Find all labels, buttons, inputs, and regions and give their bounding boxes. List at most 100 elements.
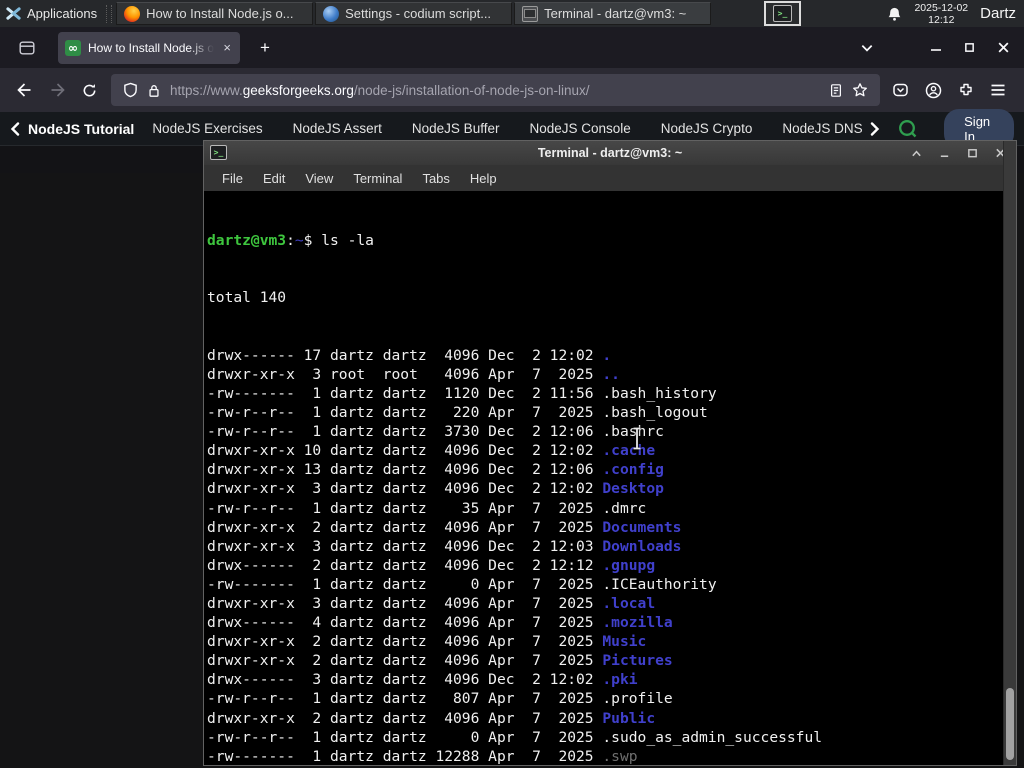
tab-close-icon[interactable]: × — [221, 40, 233, 55]
listing-details: drwx------ 17 dartz dartz 4096 Dec 2 12:… — [207, 346, 603, 364]
firefox-icon — [124, 5, 141, 22]
terminal-output-line: drwxr-xr-x 3 dartz dartz 4096 Dec 2 12:0… — [207, 537, 1016, 556]
applications-icon — [6, 6, 21, 21]
reload-icon[interactable] — [74, 77, 105, 104]
terminal-menu-item[interactable]: Tabs — [412, 168, 459, 189]
terminal-output-line: drwxr-xr-x 2 dartz dartz 4096 Apr 7 2025… — [207, 651, 1016, 670]
nav-back-tutorial[interactable]: NodeJS Tutorial — [10, 121, 134, 137]
listing-details: -rw------- 1 dartz dartz 0 Apr 7 2025 — [207, 575, 603, 593]
terminal-output-line: -rw-r--r-- 1 dartz dartz 35 Apr 7 2025 .… — [207, 499, 1016, 518]
url-bar[interactable]: https://www.geeksforgeeks.org/node-js/in… — [111, 74, 880, 106]
terminal-menu-item[interactable]: View — [295, 168, 343, 189]
listing-filename: . — [602, 346, 612, 364]
lock-icon[interactable] — [147, 83, 161, 98]
notification-bell-icon[interactable] — [887, 6, 902, 22]
taskbar-window-button[interactable]: Terminal - dartz@vm3: ~ — [514, 2, 712, 25]
nav-item[interactable]: NodeJS Exercises — [152, 121, 262, 136]
terminal-output-line: -rw-r--r-- 1 dartz dartz 220 Apr 7 2025 … — [207, 403, 1016, 422]
reader-mode-icon[interactable] — [829, 83, 843, 98]
listing-filename: .dmrc — [602, 499, 647, 517]
terminal-title-bar[interactable]: >_ Terminal - dartz@vm3: ~ — [204, 141, 1016, 165]
close-icon[interactable] — [997, 41, 1010, 54]
user-actions-button[interactable]: Dartz — [980, 5, 1016, 22]
listing-filename: .gnupg — [602, 556, 656, 574]
listing-details: drwxr-xr-x 10 dartz dartz 4096 Dec 2 12:… — [207, 442, 603, 460]
listing-filename: Public — [602, 709, 656, 727]
listing-filename: .. — [602, 365, 620, 383]
listing-details: drwxr-xr-x 2 dartz dartz 4096 Apr 7 2025 — [207, 633, 603, 651]
listing-details: -rw-r--r-- 1 dartz dartz 807 Apr 7 2025 — [207, 690, 603, 708]
terminal-output-line: drwx------ 17 dartz dartz 4096 Dec 2 12:… — [207, 346, 1016, 365]
terminal-total-line: total 140 — [207, 289, 287, 307]
new-tab-button[interactable]: + — [252, 36, 278, 60]
terminal-output-line: drwxr-xr-x 2 dartz dartz 4096 Apr 7 2025… — [207, 709, 1016, 728]
nav-items: NodeJS Exercises NodeJS Assert NodeJS Buff… — [152, 121, 868, 136]
listing-details: drwxr-xr-x 3 dartz dartz 4096 Dec 2 12:0… — [207, 480, 603, 498]
search-icon[interactable] — [898, 119, 918, 139]
listing-filename: .bash_history — [602, 384, 717, 402]
maximize-icon[interactable] — [964, 42, 975, 53]
terminal-menu-item[interactable]: File — [212, 168, 253, 189]
nav-item[interactable]: NodeJS Crypto — [661, 121, 753, 136]
url-text: https://www.geeksforgeeks.org/node-js/in… — [170, 82, 590, 98]
listing-filename: Pictures — [602, 652, 673, 670]
minimize-icon[interactable] — [930, 42, 942, 54]
terminal-output-line: -rw-r--r-- 1 dartz dartz 0 Apr 7 2025 .s… — [207, 728, 1016, 747]
terminal-menu-item[interactable]: Edit — [253, 168, 295, 189]
desktop: Applications How to Install Node.js o...… — [0, 0, 1024, 768]
panel-clock[interactable]: 2025-12-02 12:12 — [914, 2, 968, 26]
pocket-icon[interactable] — [892, 82, 909, 98]
clock-time: 12:12 — [928, 13, 955, 26]
list-all-tabs-icon[interactable] — [856, 37, 878, 59]
listing-details: drwxr-xr-x 2 dartz dartz 4096 Apr 7 2025 — [207, 652, 603, 670]
terminal-output-line: -rw------- 1 dartz dartz 0 Apr 7 2025 .I… — [207, 575, 1016, 594]
window-icon — [522, 5, 539, 22]
bookmark-star-icon[interactable] — [852, 82, 868, 98]
panel-handle[interactable] — [106, 4, 113, 23]
firefox-tab-bar: ∞ How to Install Node.js on × + — [0, 27, 1024, 68]
taskbar-window-button[interactable]: How to Install Node.js o... — [116, 2, 314, 25]
applications-menu-button[interactable]: Applications — [0, 0, 103, 27]
terminal-menu-item[interactable]: Help — [460, 168, 507, 189]
listing-filename: Desktop — [602, 480, 664, 498]
tray-active-window-icon[interactable]: >_ — [764, 1, 801, 26]
listing-filename: .profile — [602, 690, 673, 708]
listing-details: -rw------- 1 dartz dartz 12288 Apr 7 202… — [207, 747, 603, 765]
listing-filename: .bash_logout — [602, 404, 708, 422]
tracking-shield-icon[interactable] — [123, 82, 138, 98]
terminal-content[interactable]: dartz@vm3:~$ ls -la total 140 drwx------… — [204, 191, 1016, 765]
listing-filename: .swp — [602, 747, 638, 765]
nav-item[interactable]: NodeJS Console — [529, 121, 630, 136]
panel-right-cluster: 2025-12-02 12:12 Dartz — [887, 2, 1024, 26]
extensions-icon[interactable] — [958, 82, 974, 98]
listing-filename: .config — [602, 461, 664, 479]
terminal-output-line: drwx------ 2 dartz dartz 4096 Dec 2 12:1… — [207, 556, 1016, 575]
menu-hamburger-icon[interactable] — [990, 83, 1006, 97]
listing-details: -rw-r--r-- 1 dartz dartz 35 Apr 7 2025 — [207, 499, 603, 517]
nav-scroll-right-icon[interactable] — [870, 121, 880, 136]
minimize-icon[interactable] — [939, 149, 950, 158]
maximize-icon[interactable] — [967, 148, 978, 158]
terminal-menu-item[interactable]: Terminal — [343, 168, 412, 189]
nav-item[interactable]: NodeJS Buffer — [412, 121, 500, 136]
terminal-prompt-line: dartz@vm3:~$ ls -la — [207, 232, 374, 250]
firefox-view-icon[interactable] — [14, 36, 40, 60]
terminal-output-line: drwxr-xr-x 3 dartz dartz 4096 Apr 7 2025… — [207, 594, 1016, 613]
nav-item[interactable]: NodeJS DNS — [782, 121, 862, 136]
listing-details: -rw-r--r-- 1 dartz dartz 0 Apr 7 2025 — [207, 728, 603, 746]
listing-filename: .sudo_as_admin_successful — [602, 728, 823, 746]
account-icon[interactable] — [925, 82, 942, 99]
terminal-output-line: drwxr-xr-x 3 root root 4096 Apr 7 2025 .… — [207, 365, 1016, 384]
terminal-menu-bar: File Edit View Terminal Tabs Help — [204, 165, 1016, 191]
terminal-output-line: -rw------- 1 dartz dartz 1120 Dec 2 11:5… — [207, 384, 1016, 403]
scrollbar-thumb[interactable] — [1006, 688, 1014, 760]
forward-icon[interactable] — [41, 76, 74, 104]
back-icon[interactable] — [8, 76, 41, 104]
listing-filename: Downloads — [602, 537, 682, 555]
taskbar-window-button[interactable]: Settings - codium script... — [315, 2, 513, 25]
browser-tab[interactable]: ∞ How to Install Node.js on × — [58, 31, 240, 64]
shade-icon[interactable] — [911, 149, 922, 158]
terminal-output-line: drwx------ 4 dartz dartz 4096 Apr 7 2025… — [207, 613, 1016, 632]
terminal-scrollbar[interactable] — [1003, 141, 1016, 765]
nav-item[interactable]: NodeJS Assert — [293, 121, 382, 136]
